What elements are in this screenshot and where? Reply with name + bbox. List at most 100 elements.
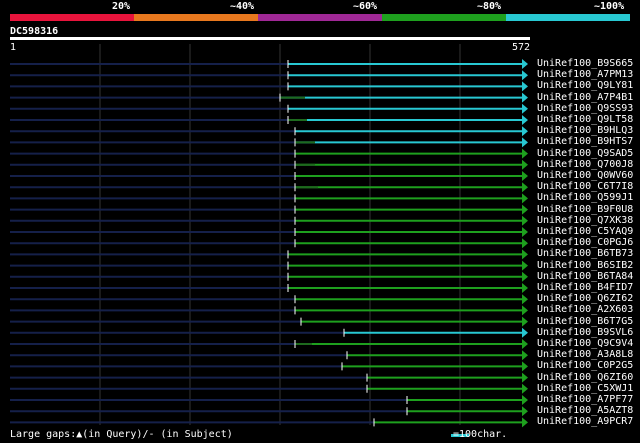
continuation-arrow-icon (522, 395, 528, 405)
hit-row[interactable] (10, 215, 528, 226)
hit-label[interactable]: UniRef100_A7PF77 (537, 395, 633, 405)
hit-row[interactable] (10, 283, 528, 293)
hit-row[interactable] (10, 316, 528, 327)
hit-label[interactable]: UniRef100_B6TB73 (537, 249, 633, 259)
continuation-arrow-icon (522, 171, 528, 181)
hit-row[interactable] (10, 193, 528, 204)
hit-row[interactable] (10, 271, 528, 282)
hit-row[interactable] (10, 350, 528, 361)
hit-row[interactable] (10, 126, 528, 137)
hit-row[interactable] (10, 395, 528, 405)
hit-row[interactable] (10, 406, 528, 417)
hit-row[interactable] (10, 327, 528, 338)
continuation-arrow-icon (522, 417, 528, 428)
continuation-arrow-icon (522, 215, 528, 226)
hit-label[interactable]: UniRef100_Q599J1 (537, 193, 633, 203)
hit-row[interactable] (10, 417, 528, 428)
continuation-arrow-icon (522, 159, 528, 170)
hit-label[interactable]: UniRef100_Q9LY81 (537, 81, 633, 91)
hit-row[interactable] (10, 305, 528, 316)
hit-row[interactable] (10, 92, 528, 103)
hit-row[interactable] (10, 204, 528, 215)
hit-label[interactable]: UniRef100_Q9SAD5 (537, 148, 633, 159)
hit-label[interactable]: UniRef100_B9HLQ3 (537, 126, 633, 136)
continuation-arrow-icon (522, 137, 528, 148)
hit-label[interactable]: UniRef100_Q9LT58 (537, 115, 633, 125)
hit-label[interactable]: UniRef100_Q7XK38 (537, 215, 633, 226)
continuation-arrow-icon (522, 305, 528, 316)
hit-label[interactable]: UniRef100_B9S665 (537, 59, 633, 69)
hit-label[interactable]: UniRef100_A9PCR7 (537, 417, 633, 427)
hit-label[interactable]: UniRef100_Q700J8 (537, 159, 633, 170)
continuation-arrow-icon (522, 103, 528, 114)
hit-row[interactable] (10, 339, 528, 349)
hit-label[interactable]: UniRef100_C6T7I8 (537, 182, 633, 192)
hit-row[interactable] (10, 372, 528, 383)
continuation-arrow-icon (522, 283, 528, 293)
hit-label[interactable]: UniRef100_B9F0U8 (537, 204, 633, 215)
hit-row[interactable] (10, 59, 528, 69)
continuation-arrow-icon (522, 59, 528, 69)
continuation-arrow-icon (522, 182, 528, 193)
scale-legend: =100char. (453, 429, 508, 440)
hit-row[interactable] (10, 249, 528, 260)
continuation-arrow-icon (522, 406, 528, 417)
hit-label[interactable]: UniRef100_A3A8L8 (537, 350, 633, 360)
hit-row[interactable] (10, 81, 528, 92)
continuation-arrow-icon (522, 70, 528, 81)
continuation-arrow-icon (522, 271, 528, 282)
continuation-arrow-icon (522, 238, 528, 249)
hit-row[interactable] (10, 103, 528, 114)
hit-row[interactable] (10, 361, 528, 372)
hit-label[interactable]: UniRef100_B9SVL6 (537, 327, 633, 338)
continuation-arrow-icon (522, 81, 528, 92)
continuation-arrow-icon (522, 92, 528, 103)
hit-label[interactable]: UniRef100_B6T7G5 (537, 316, 633, 327)
hit-row[interactable] (10, 171, 528, 181)
hit-label[interactable]: UniRef100_C0PGJ6 (537, 238, 633, 248)
continuation-arrow-icon (522, 148, 528, 159)
hit-label[interactable]: UniRef100_A5AZT8 (537, 406, 633, 416)
gaps-legend: Large gaps:▲(in Query)/- (in Subject) (10, 429, 233, 440)
hit-row[interactable] (10, 294, 528, 305)
hit-label[interactable]: UniRef100_B9HTS7 (537, 137, 633, 147)
continuation-arrow-icon (522, 294, 528, 305)
hit-label[interactable]: UniRef100_Q9C9V4 (537, 339, 633, 349)
hit-row[interactable] (10, 115, 528, 125)
continuation-arrow-icon (522, 361, 528, 372)
continuation-arrow-icon (522, 204, 528, 215)
hit-label[interactable]: UniRef100_B4FID7 (537, 283, 633, 293)
hit-row[interactable] (10, 148, 528, 159)
hit-row[interactable] (10, 260, 528, 271)
hit-row[interactable] (10, 383, 528, 394)
hit-label[interactable]: UniRef100_A7P4B1 (537, 92, 633, 103)
hit-row[interactable] (10, 182, 528, 193)
hit-label[interactable]: UniRef100_B6TA84 (537, 271, 633, 282)
hit-label[interactable]: UniRef100_C0P2G5 (537, 361, 633, 371)
hit-row[interactable] (10, 70, 528, 81)
hit-label[interactable]: UniRef100_C5YAQ9 (537, 227, 633, 237)
continuation-arrow-icon (522, 126, 528, 137)
continuation-arrow-icon (522, 350, 528, 361)
hit-label[interactable]: UniRef100_C5XWJ1 (537, 383, 633, 394)
hit-label[interactable]: UniRef100_Q6ZI60 (537, 372, 633, 383)
hit-row[interactable] (10, 238, 528, 249)
continuation-arrow-icon (522, 249, 528, 260)
continuation-arrow-icon (522, 316, 528, 327)
continuation-arrow-icon (522, 227, 528, 237)
hit-row[interactable] (10, 159, 528, 170)
hit-row[interactable] (10, 137, 528, 148)
continuation-arrow-icon (522, 372, 528, 383)
hit-label[interactable]: UniRef100_Q9SS93 (537, 103, 633, 114)
continuation-arrow-icon (522, 339, 528, 349)
hit-label[interactable]: UniRef100_B6SIB2 (537, 260, 633, 271)
hit-row[interactable] (10, 227, 528, 237)
continuation-arrow-icon (522, 260, 528, 271)
continuation-arrow-icon (522, 115, 528, 125)
hit-label[interactable]: UniRef100_A2X603 (537, 305, 633, 315)
continuation-arrow-icon (522, 327, 528, 338)
hit-label[interactable]: UniRef100_Q0WV60 (537, 171, 633, 181)
hit-label[interactable]: UniRef100_A7PM13 (537, 70, 633, 80)
hit-label[interactable]: UniRef100_Q6ZI62 (537, 294, 633, 304)
continuation-arrow-icon (522, 193, 528, 204)
